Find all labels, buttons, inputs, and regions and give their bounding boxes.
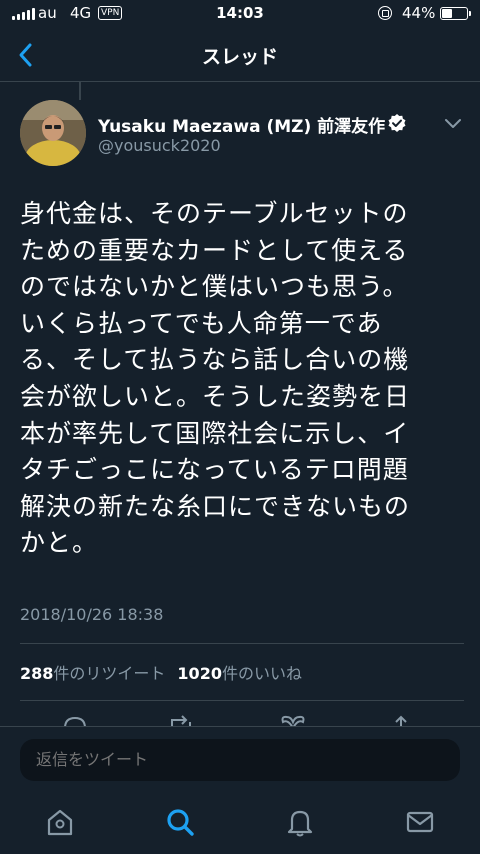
home-icon (47, 809, 73, 836)
reply-input[interactable] (20, 739, 460, 781)
avatar[interactable] (20, 100, 86, 166)
page-title: スレッド (201, 46, 278, 68)
bottom-tab-bar (0, 792, 480, 854)
retweet-count: 288 (20, 664, 54, 683)
tweet-timestamp: 2018/10/26 18:38 (20, 605, 164, 624)
reply-bar (0, 726, 480, 792)
author-name[interactable]: Yusaku Maezawa (MZ) 前澤友作 (98, 112, 385, 137)
like-count: 1020 (177, 664, 222, 683)
like-stat[interactable]: 1020件のいいね (177, 664, 302, 683)
retweet-stat[interactable]: 288件のリツイート (20, 664, 165, 683)
bell-icon (287, 810, 313, 837)
thread-connector-line (79, 82, 81, 100)
orientation-lock-icon (378, 6, 392, 20)
navigation-header: スレッド (0, 28, 480, 82)
tab-messages[interactable] (404, 806, 436, 838)
status-bar: au 4G VPN 14:03 44% (0, 0, 480, 28)
search-icon (167, 809, 194, 836)
chevron-down-icon[interactable] (444, 116, 462, 130)
tab-home[interactable] (44, 806, 76, 838)
divider (20, 700, 464, 701)
tweet-text: 身代金は、そのテーブルセットの ための重要なカードとして使える のではないかと僕… (20, 199, 411, 558)
tab-notifications[interactable] (284, 806, 316, 838)
divider (20, 643, 464, 644)
battery-percent: 44% (402, 4, 436, 22)
avatar-photo (20, 100, 86, 166)
battery-icon (440, 7, 471, 20)
like-label: 件のいいね (221, 664, 302, 683)
verified-badge-icon (388, 114, 406, 132)
mail-icon (406, 811, 434, 833)
retweet-label: 件のリツイート (53, 664, 166, 683)
tweet-stats: 288件のリツイート 1020件のいいね (20, 660, 302, 684)
author-handle[interactable]: @yousuck2020 (98, 136, 221, 155)
tab-search[interactable] (164, 806, 196, 838)
